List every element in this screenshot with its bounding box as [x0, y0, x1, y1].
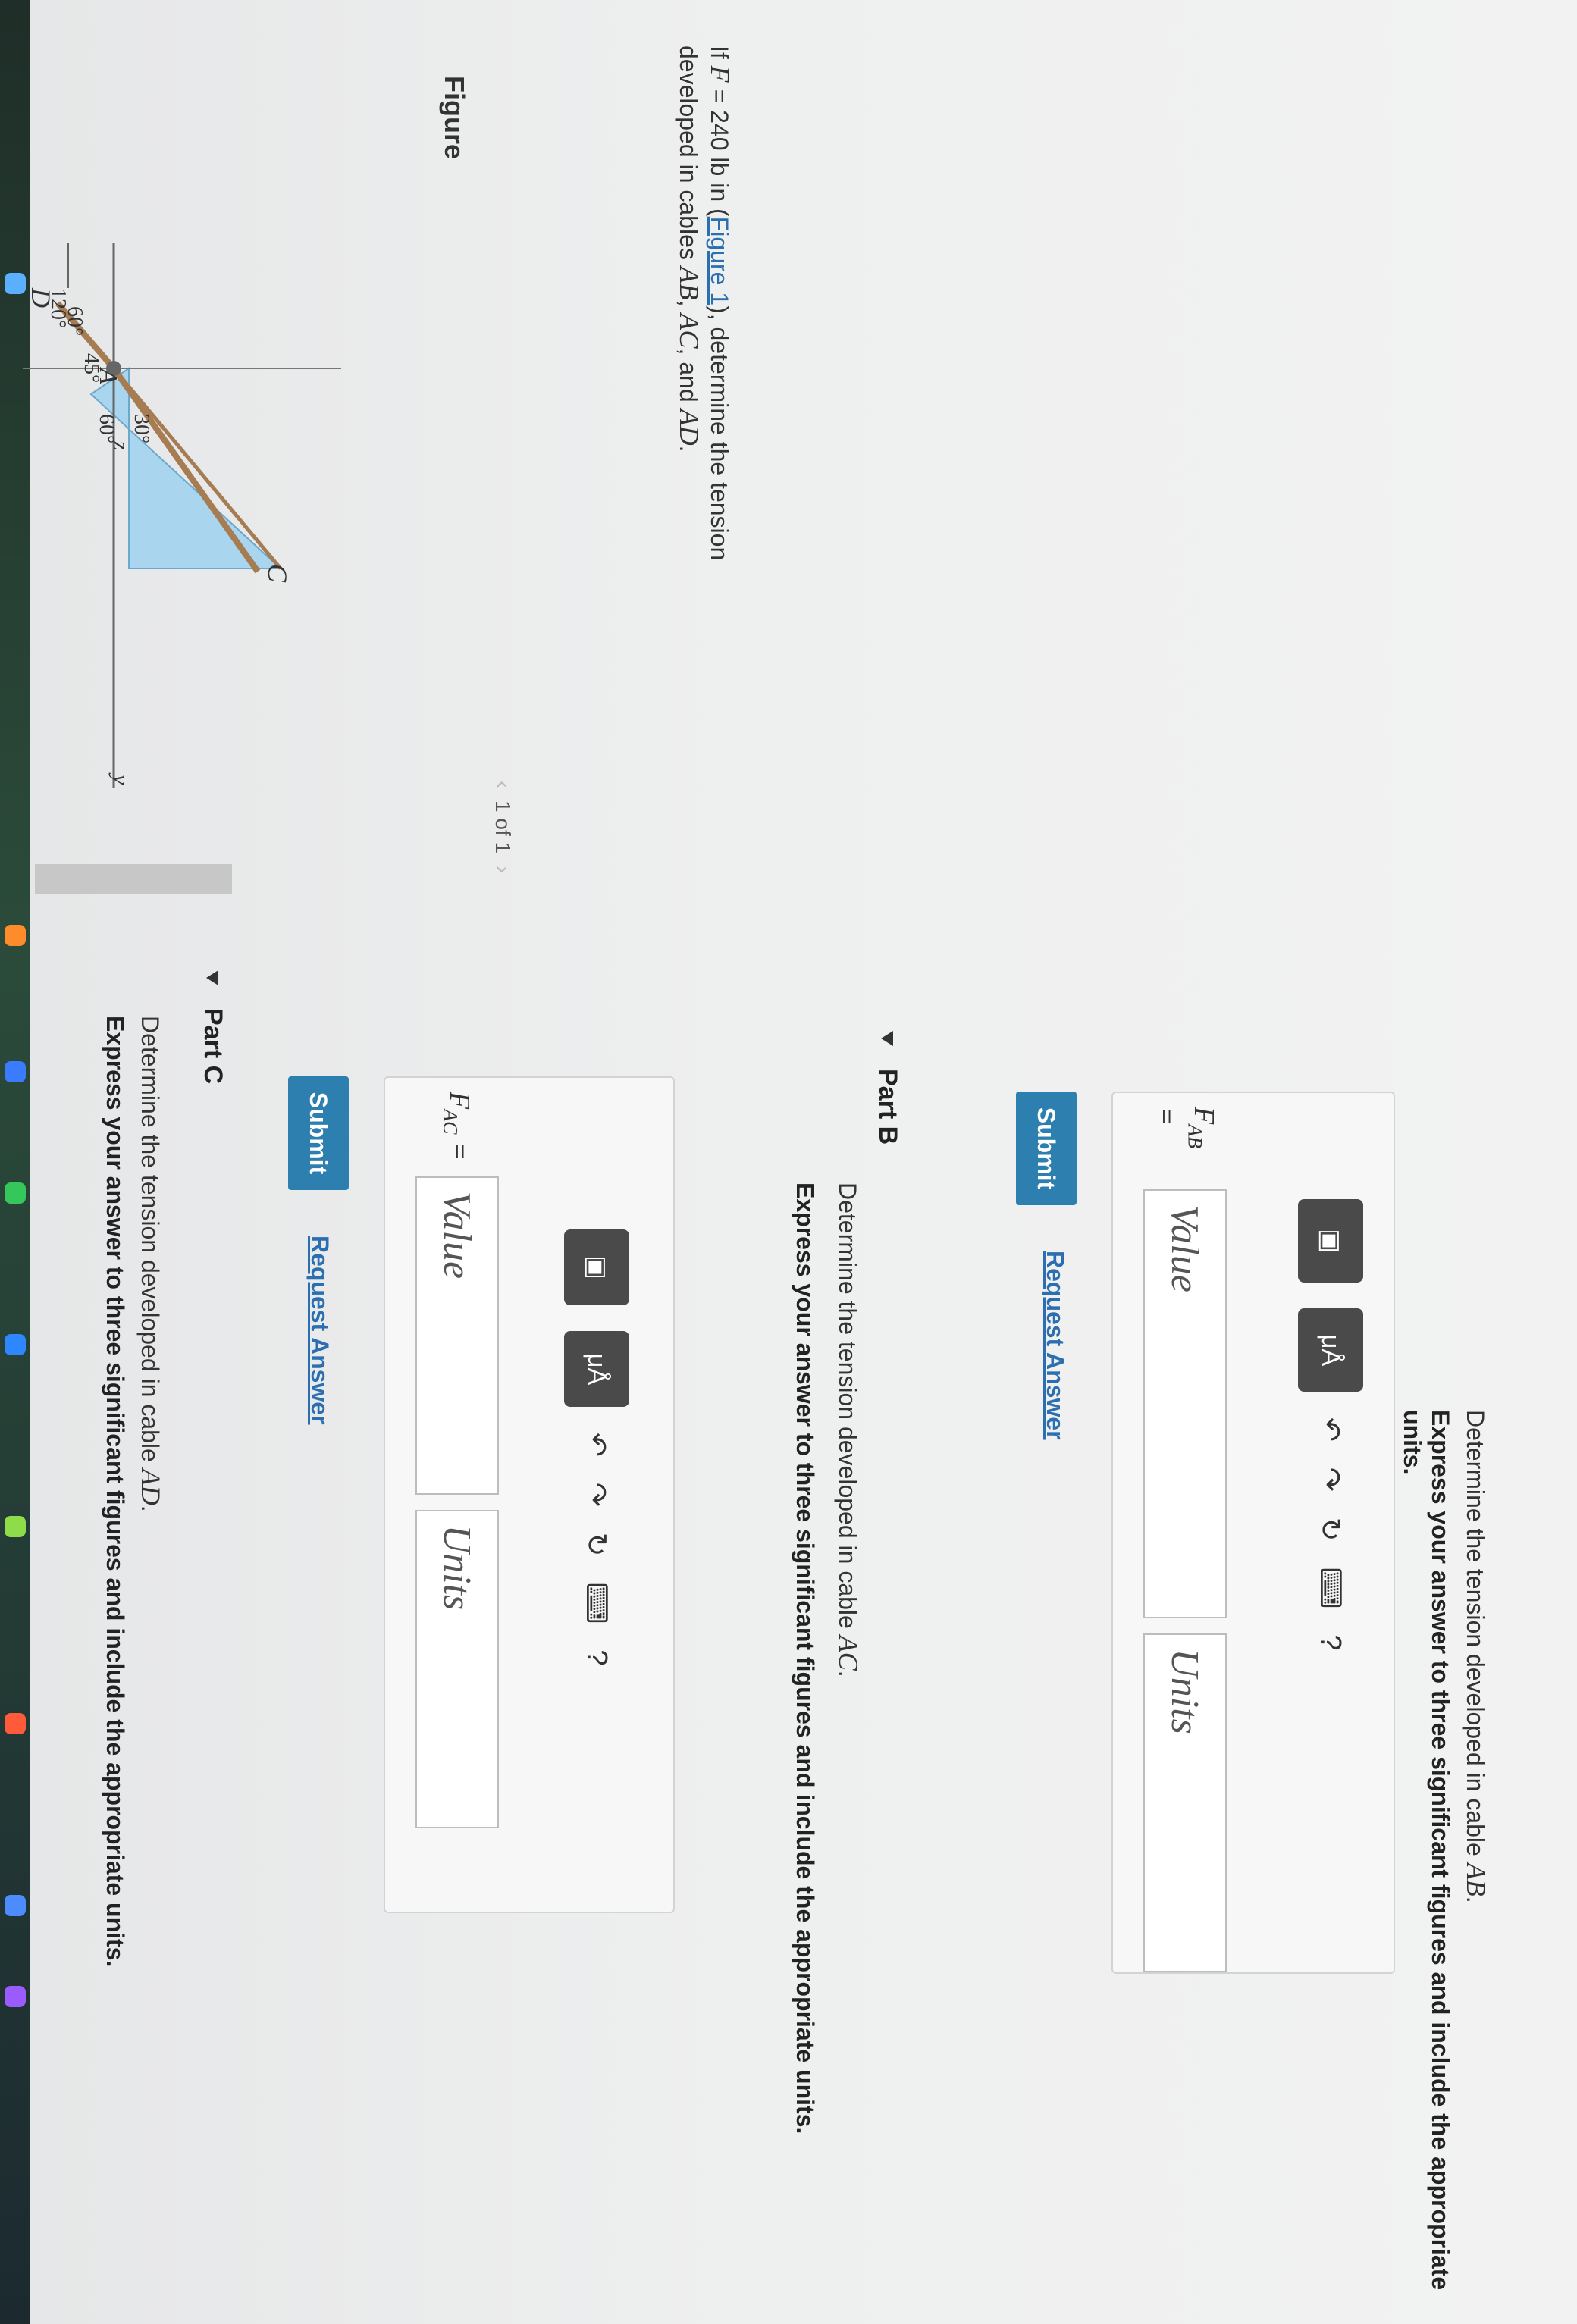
part-c-instruction: Express your answer to three significant… — [102, 1016, 129, 1968]
pager-next-icon[interactable]: › — [490, 866, 516, 873]
part-a-submit-button[interactable]: Submit — [1016, 1092, 1077, 1205]
fraction-template-icon[interactable]: ▣ — [564, 1229, 629, 1305]
problem-statement: If F = 240 lb in (Figure 1), determine t… — [674, 45, 735, 561]
label-c: C — [262, 564, 293, 583]
figure-link[interactable]: Figure 1 — [706, 217, 733, 305]
collapse-icon — [206, 970, 219, 985]
part-b-header[interactable]: Part B — [873, 1031, 902, 1145]
part-a-request-answer[interactable]: Request Answer — [1041, 1251, 1069, 1440]
part-b-submit-button[interactable]: Submit — [288, 1076, 349, 1190]
figure-diagram: D A C z y 60° 120° 45° 60° 30° — [23, 243, 341, 788]
undo-icon[interactable]: ↶ — [1314, 1417, 1348, 1442]
part-a-units-input[interactable]: Units — [1143, 1633, 1227, 1972]
figure-pager: ‹ 1 of 1 › — [490, 781, 516, 873]
collapse-icon — [881, 1031, 894, 1046]
pager-label: 1 of 1 — [491, 800, 515, 854]
mu-angstrom-icon[interactable]: μÅ — [1298, 1308, 1363, 1392]
force-symbol: F — [705, 65, 735, 83]
part-b-units-input[interactable]: Units — [415, 1509, 499, 1828]
part-b-variable-label: FAC = — [439, 1092, 475, 1161]
part-a-variable-label: FAB = — [1150, 1107, 1220, 1148]
help-icon[interactable]: ? — [1315, 1634, 1347, 1650]
part-b-input-row: FAC = Value Units — [415, 1092, 499, 1828]
label-y: y — [108, 772, 133, 785]
redo-icon[interactable]: ↷ — [580, 1483, 614, 1507]
keyboard-icon[interactable]: ⌨ — [1314, 1568, 1348, 1609]
mu-angstrom-icon[interactable]: μÅ — [564, 1331, 629, 1407]
panel-splitter[interactable] — [35, 864, 232, 894]
angle-45: 45° — [80, 353, 103, 383]
fraction-template-icon[interactable]: ▣ — [1298, 1199, 1363, 1283]
keyboard-icon[interactable]: ⌨ — [580, 1583, 614, 1624]
part-a-toolbar: ▣ μÅ ↶ ↷ ↻ ⌨ ? — [1298, 1199, 1363, 1651]
part-b-instruction: Express your answer to three significant… — [792, 1182, 819, 2135]
part-b-toolbar: ▣ μÅ ↶ ↷ ↻ ⌨ ? — [564, 1229, 629, 1666]
part-a-input-row: FAB = Value Units — [1143, 1107, 1227, 1972]
reset-icon[interactable]: ↻ — [580, 1533, 614, 1557]
part-a-value-input[interactable]: Value — [1143, 1189, 1227, 1619]
undo-icon[interactable]: ↶ — [580, 1433, 614, 1457]
angle-30: 30° — [130, 414, 153, 443]
part-b-request-answer[interactable]: Request Answer — [306, 1236, 334, 1425]
part-b-question: Determine the tension developed in cable… — [833, 1182, 864, 1677]
part-a-answer-box: ▣ μÅ ↶ ↷ ↻ ⌨ ? FAB = Value Units — [1111, 1092, 1395, 1974]
help-icon[interactable]: ? — [581, 1649, 613, 1665]
mastering-page: If F = 240 lb in (Figure 1), determine t… — [0, 0, 1547, 2324]
redo-icon[interactable]: ↷ — [1314, 1467, 1348, 1492]
part-a-question: Determine the tension developed in cable… — [1461, 1410, 1491, 1903]
part-c-header[interactable]: Part C — [198, 970, 227, 1084]
part-c-question: Determine the tension developed in cable… — [136, 1016, 166, 1512]
pager-prev-icon[interactable]: ‹ — [490, 781, 516, 788]
part-b-value-input[interactable]: Value — [415, 1176, 499, 1495]
part-b-answer-box: ▣ μÅ ↶ ↷ ↻ ⌨ ? FAC = Value Units — [384, 1076, 675, 1913]
angle-60-mid: 60° — [95, 414, 118, 443]
figure-title: Figure — [439, 76, 470, 160]
angle-120: 120° — [46, 288, 70, 328]
reset-icon[interactable]: ↻ — [1314, 1517, 1348, 1542]
part-a-instruction: Express your answer to three significant… — [1399, 1410, 1454, 2291]
